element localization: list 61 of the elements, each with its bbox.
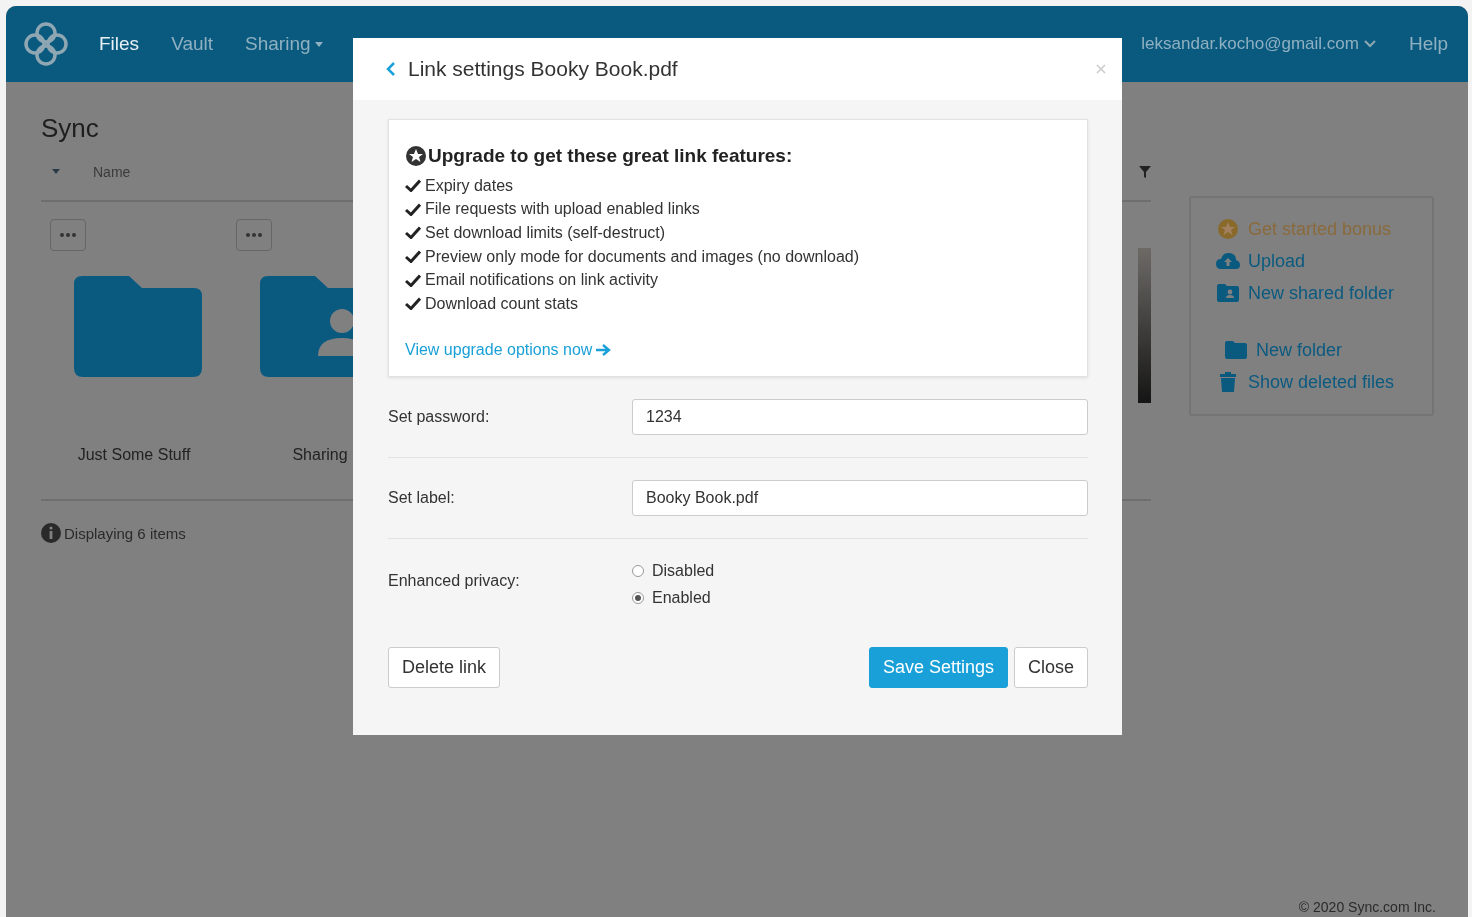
- nav-link[interactable]: Sharing: [245, 33, 323, 55]
- dots-icon: [246, 233, 262, 237]
- label-field[interactable]: Booky Book.pdf: [632, 479, 1088, 516]
- caret-icon: [314, 41, 323, 47]
- checkmark-icon: [405, 226, 421, 240]
- checkmark-icon: [405, 297, 421, 311]
- dialog-button[interactable]: Save Settings: [868, 646, 1008, 688]
- feature-text: Preview only mode for documents and images (no download): [425, 247, 859, 266]
- folder-name[interactable]: Sharing: [292, 446, 348, 464]
- column-header[interactable]: Name: [93, 164, 131, 180]
- folder-icon: [1224, 341, 1248, 359]
- more-options-button[interactable]: [50, 219, 86, 251]
- dialog-title: Link settings Booky Book.pdf: [408, 57, 678, 81]
- sort-caret-icon[interactable]: [51, 169, 61, 175]
- folder-icon[interactable]: [74, 276, 202, 378]
- item-count: Displaying 6 items: [64, 524, 186, 542]
- action-link[interactable]: New shared folder: [1216, 281, 1432, 305]
- feature-text: Set download limits (self-destruct): [425, 224, 666, 242]
- more-options-button[interactable]: [236, 219, 272, 251]
- upgrade-link[interactable]: View upgrade options now: [405, 340, 1071, 359]
- logo-icon: [23, 21, 69, 67]
- password-field[interactable]: 1234: [632, 398, 1088, 435]
- close-icon[interactable]: [1096, 64, 1106, 74]
- feature-text: Download count stats: [425, 294, 578, 313]
- field-label: Set password:: [388, 407, 491, 426]
- dialog-button[interactable]: Delete link: [388, 646, 501, 688]
- copyright-text: © 2020 Sync.com Inc.: [1298, 899, 1436, 915]
- account-menu[interactable]: leksandar.kocho@gmail.com: [1141, 34, 1377, 54]
- action-link[interactable]: Show deleted files: [1216, 370, 1432, 394]
- field-label: Set label:: [388, 488, 456, 507]
- radio-label[interactable]: Enabled: [652, 588, 711, 607]
- star-badge-icon: [405, 145, 427, 167]
- shared-folder-icon: [1216, 284, 1240, 302]
- star-badge-icon: [1216, 218, 1240, 240]
- chevron-down-icon: [1362, 39, 1377, 49]
- action-link[interactable]: New folder: [1224, 338, 1432, 362]
- radio-button[interactable]: [632, 591, 644, 604]
- nav-link[interactable]: Files: [99, 33, 140, 55]
- checkmark-icon: [405, 250, 421, 264]
- radio-button[interactable]: [632, 564, 644, 577]
- feature-text: File requests with upload enabled links: [425, 200, 700, 219]
- upgrade-heading: Upgrade to get these great link features:: [428, 145, 793, 167]
- dots-icon: [60, 233, 76, 237]
- arrow-right-icon: [595, 342, 612, 357]
- page-title: Sync: [41, 113, 100, 144]
- feature-text: Email notifications on link activity: [425, 271, 658, 290]
- action-link[interactable]: Upload: [1216, 249, 1432, 273]
- checkmark-icon: [405, 202, 421, 216]
- back-chevron-icon[interactable]: [386, 62, 396, 76]
- folder-name[interactable]: Just Some Stuff: [77, 446, 191, 464]
- radio-label[interactable]: Disabled: [652, 561, 715, 580]
- filter-icon[interactable]: [1139, 166, 1151, 178]
- checkmark-icon: [405, 273, 421, 287]
- feature-text: Expiry dates: [425, 176, 514, 195]
- dialog-button[interactable]: Close: [1013, 646, 1088, 688]
- info-icon: [41, 523, 61, 543]
- field-label: Enhanced privacy:: [388, 571, 521, 590]
- cloud-upload-icon: [1216, 252, 1240, 270]
- checkmark-icon: [405, 179, 421, 193]
- nav-link[interactable]: Vault: [171, 33, 214, 55]
- help-link[interactable]: Help: [1408, 33, 1448, 55]
